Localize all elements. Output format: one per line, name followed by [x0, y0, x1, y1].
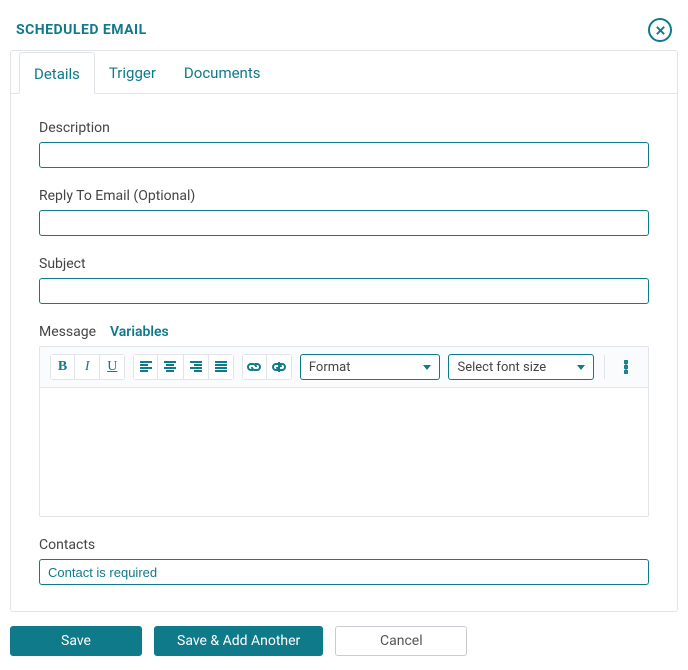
align-justify-button[interactable]	[209, 354, 234, 380]
subject-field: Subject	[39, 256, 649, 304]
message-field: Message Variables B I U	[39, 324, 649, 517]
modal-header: SCHEDULED EMAIL	[10, 10, 678, 50]
align-justify-icon	[214, 361, 228, 373]
reply-to-label: Reply To Email (Optional)	[39, 188, 649, 204]
text-style-group: B I U	[50, 354, 125, 380]
rich-text-editor: B I U	[39, 346, 649, 517]
tab-body: Description Reply To Email (Optional) Su…	[11, 94, 677, 611]
tab-bar: Details Trigger Documents	[11, 51, 677, 94]
save-button[interactable]: Save	[10, 626, 142, 656]
align-left-icon	[139, 361, 153, 373]
reply-to-field: Reply To Email (Optional)	[39, 188, 649, 236]
modal-title: SCHEDULED EMAIL	[16, 22, 147, 38]
subject-input[interactable]	[39, 278, 649, 304]
underline-button[interactable]: U	[100, 354, 125, 380]
format-select-label: Format	[309, 360, 351, 375]
cancel-button[interactable]: Cancel	[335, 626, 467, 656]
subject-label: Subject	[39, 256, 649, 272]
align-center-button[interactable]	[158, 354, 183, 380]
fontsize-select-label: Select font size	[457, 360, 546, 375]
align-group	[133, 354, 233, 380]
variables-link[interactable]: Variables	[110, 324, 169, 340]
tab-details[interactable]: Details	[19, 52, 95, 94]
toolbar-divider	[604, 355, 605, 379]
format-select[interactable]: Format	[300, 354, 441, 380]
contacts-input[interactable]	[39, 559, 649, 585]
chevron-down-icon	[423, 365, 431, 370]
close-icon	[655, 25, 666, 36]
modal-footer: Save Save & Add Another Cancel	[10, 626, 678, 656]
chevron-down-icon	[577, 365, 585, 370]
description-label: Description	[39, 120, 649, 136]
fontsize-select[interactable]: Select font size	[448, 354, 593, 380]
unlink-button[interactable]	[267, 354, 292, 380]
kebab-icon	[624, 360, 628, 374]
message-textarea[interactable]	[40, 388, 648, 516]
close-button[interactable]	[648, 18, 672, 42]
editor-toolbar: B I U	[40, 347, 648, 388]
reply-to-input[interactable]	[39, 210, 649, 236]
description-input[interactable]	[39, 142, 649, 168]
align-right-icon	[189, 361, 203, 373]
unlink-icon	[271, 360, 287, 374]
contacts-label: Contacts	[39, 537, 649, 553]
contacts-field: Contacts	[39, 537, 649, 585]
bold-button[interactable]: B	[50, 354, 75, 380]
modal-panel: Details Trigger Documents Description Re…	[10, 50, 678, 612]
align-center-icon	[163, 361, 177, 373]
link-button[interactable]	[242, 354, 267, 380]
more-button[interactable]	[615, 354, 638, 380]
link-icon	[246, 360, 262, 374]
tab-documents[interactable]: Documents	[170, 52, 275, 94]
link-group	[242, 354, 292, 380]
description-field: Description	[39, 120, 649, 168]
italic-button[interactable]: I	[75, 354, 100, 380]
message-label: Message	[39, 324, 96, 340]
align-right-button[interactable]	[184, 354, 209, 380]
tab-trigger[interactable]: Trigger	[95, 52, 170, 94]
save-add-another-button[interactable]: Save & Add Another	[154, 626, 323, 656]
scheduled-email-modal: SCHEDULED EMAIL Details Trigger Document…	[0, 0, 688, 670]
align-left-button[interactable]	[133, 354, 158, 380]
